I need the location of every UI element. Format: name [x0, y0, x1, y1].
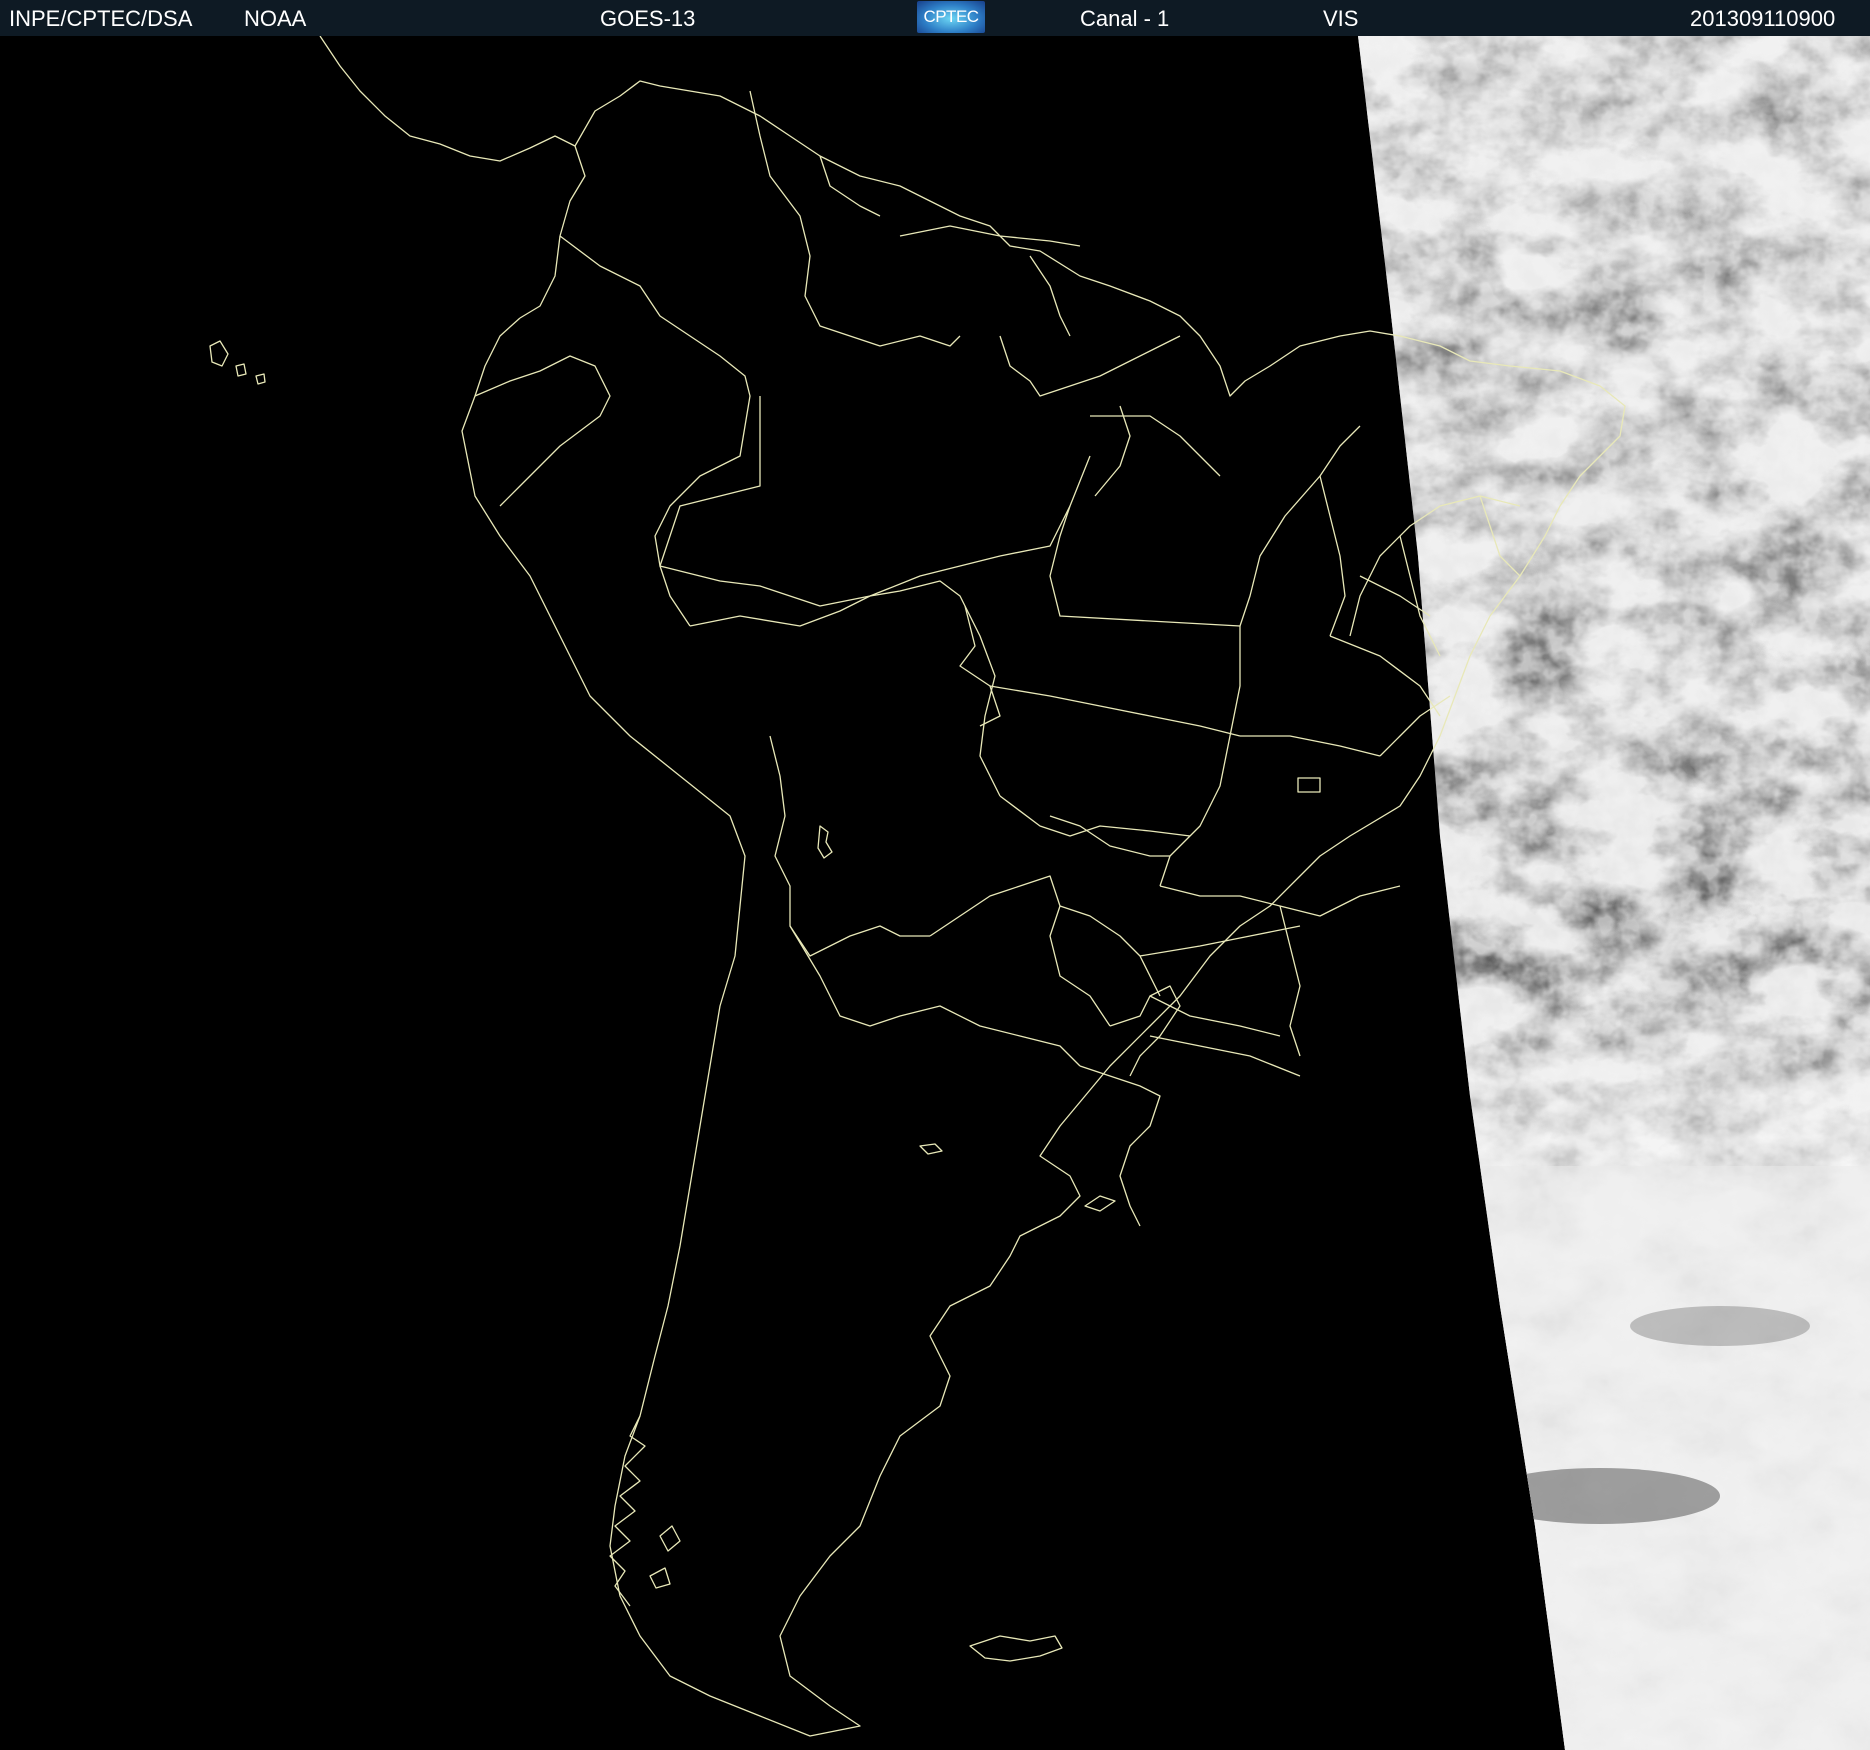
band-label: VIS: [1323, 6, 1359, 31]
channel-label: Canal - 1: [1080, 6, 1170, 31]
timestamp-label: 201309110900: [1690, 6, 1836, 31]
org-label: INPE/CPTEC/DSA: [9, 6, 193, 31]
satellite-map-svg: [0, 36, 1870, 1750]
satellite-image: [0, 36, 1870, 1750]
cptec-logo: CPTEC: [917, 1, 985, 33]
image-header-bar: INPE/CPTEC/DSA NOAA GOES-13 CPTEC Canal …: [0, 0, 1870, 36]
agency-label: NOAA: [244, 6, 307, 31]
satellite-label: GOES-13: [600, 6, 696, 31]
